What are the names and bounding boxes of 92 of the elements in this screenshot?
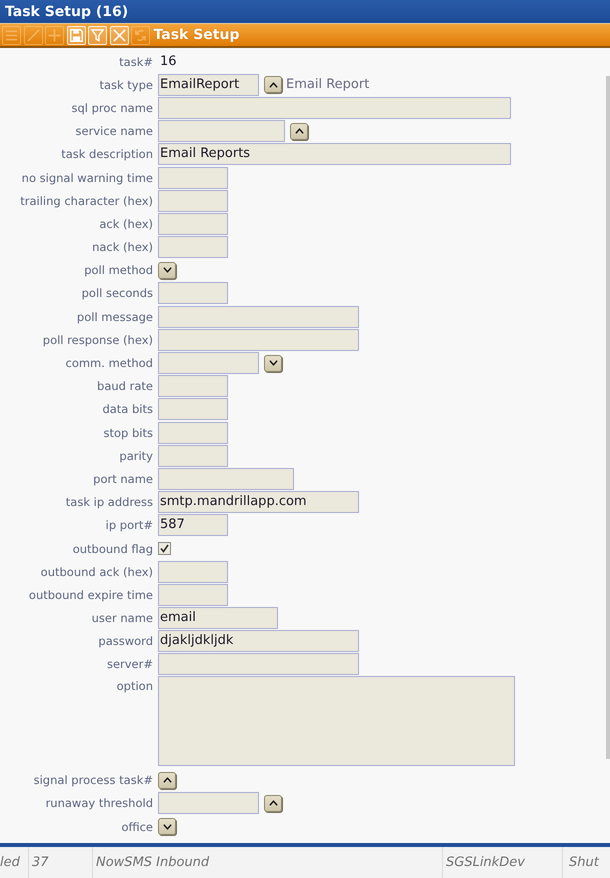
input-field[interactable]: smtp.mandrillapp.com	[158, 491, 359, 514]
input-field[interactable]: Email Reports	[158, 143, 511, 166]
field-label: sql proc name	[70, 100, 153, 115]
field-label: outbound flag	[72, 542, 153, 556]
checkbox[interactable]	[158, 542, 171, 556]
field-label: outbound ack (hex)	[40, 564, 153, 579]
field-label: trailing character (hex)	[19, 194, 153, 208]
status-cell: led	[0, 847, 29, 878]
save-button[interactable]	[66, 26, 86, 44]
input-field[interactable]	[158, 422, 228, 444]
lookup-button[interactable]	[264, 76, 282, 94]
field-label: server#	[106, 657, 153, 672]
panel-title: Task Setup	[154, 27, 240, 43]
field-label: ack (hex)	[98, 216, 153, 231]
input-field[interactable]: EmailReport	[158, 74, 259, 96]
field-label: stop bits	[102, 426, 153, 440]
field-label: task type	[98, 78, 153, 92]
status-cell: 37	[29, 847, 93, 878]
status-cell-text: Shut	[568, 854, 600, 872]
field-value: 16	[159, 54, 177, 70]
input-field[interactable]	[158, 653, 359, 676]
input-field[interactable]	[158, 444, 228, 467]
field-label: option	[116, 678, 153, 694]
field-label: poll seconds	[80, 286, 153, 300]
field-label: signal process task#	[32, 773, 153, 788]
field-label: password	[97, 634, 153, 648]
field-label: task description	[60, 147, 153, 162]
field-label: no signal warning time	[20, 170, 153, 185]
field-label: comm. method	[64, 356, 153, 370]
dropdown-button[interactable]	[264, 354, 282, 372]
input-field[interactable]	[158, 468, 294, 490]
field-label: office	[120, 820, 153, 834]
task-type-description: Email Report	[286, 77, 370, 92]
input-field[interactable]	[158, 560, 228, 583]
field-label: runaway threshold	[44, 796, 153, 810]
plus-icon	[48, 28, 61, 42]
input-field[interactable]	[158, 352, 259, 374]
delete-button[interactable]	[110, 26, 128, 44]
status-cell: SGSLinkDev	[443, 847, 563, 878]
caret-down-icon	[162, 267, 172, 274]
input-field[interactable]: 587	[158, 514, 228, 536]
caret-up-icon	[268, 82, 278, 88]
lookup-button[interactable]	[264, 794, 282, 812]
input-field[interactable]	[158, 584, 228, 606]
lookup-button[interactable]	[290, 122, 308, 140]
input-field[interactable]: email	[158, 607, 278, 630]
input-field[interactable]	[158, 792, 259, 814]
field-label: poll response (hex)	[42, 332, 153, 347]
dropdown-button[interactable]	[158, 262, 176, 279]
input-field[interactable]	[158, 166, 228, 189]
input-field[interactable]	[158, 96, 511, 119]
field-label: parity	[118, 448, 153, 463]
list-icon	[5, 28, 18, 42]
caret-up-icon	[268, 800, 278, 806]
scrollbar-thumb[interactable]	[606, 76, 610, 759]
window-title: Task Setup (16)	[5, 4, 128, 20]
field-label: user name	[90, 611, 153, 626]
field-label: poll method	[83, 263, 153, 278]
field-label: nack (hex)	[91, 240, 153, 254]
close-icon	[112, 28, 126, 42]
input-field[interactable]: djakljdkljdk	[158, 630, 359, 652]
text-area[interactable]	[158, 676, 515, 766]
input-field[interactable]	[158, 236, 228, 258]
caret-up-icon	[162, 777, 172, 784]
field-label: service name	[74, 124, 153, 138]
input-field[interactable]	[158, 212, 228, 235]
status-cell: NowSMS Inbound	[93, 847, 443, 878]
field-label: task#	[118, 54, 153, 69]
input-field[interactable]	[158, 282, 228, 304]
input-field[interactable]	[158, 398, 228, 420]
field-label: port name	[92, 472, 153, 486]
field-label: task ip address	[64, 495, 153, 510]
field-label: outbound expire time	[28, 588, 153, 602]
dropdown-button[interactable]	[158, 818, 176, 836]
caret-down-icon	[162, 824, 172, 830]
pencil-icon	[26, 28, 40, 42]
input-field[interactable]	[158, 306, 359, 328]
lookup-button[interactable]	[158, 772, 176, 789]
field-label: ip port#	[104, 518, 153, 532]
input-field[interactable]	[158, 375, 228, 398]
filter-button[interactable]	[88, 26, 107, 44]
input-field[interactable]	[158, 120, 285, 142]
caret-up-icon	[294, 128, 304, 134]
field-label: poll message	[76, 310, 153, 324]
input-field[interactable]	[158, 190, 228, 212]
caret-down-icon	[268, 360, 278, 366]
field-label: baud rate	[96, 379, 153, 394]
input-field[interactable]	[158, 328, 359, 351]
funnel-icon	[91, 28, 104, 42]
refresh-icon	[134, 28, 147, 42]
floppy-icon	[70, 28, 82, 42]
field-label: data bits	[101, 402, 153, 416]
